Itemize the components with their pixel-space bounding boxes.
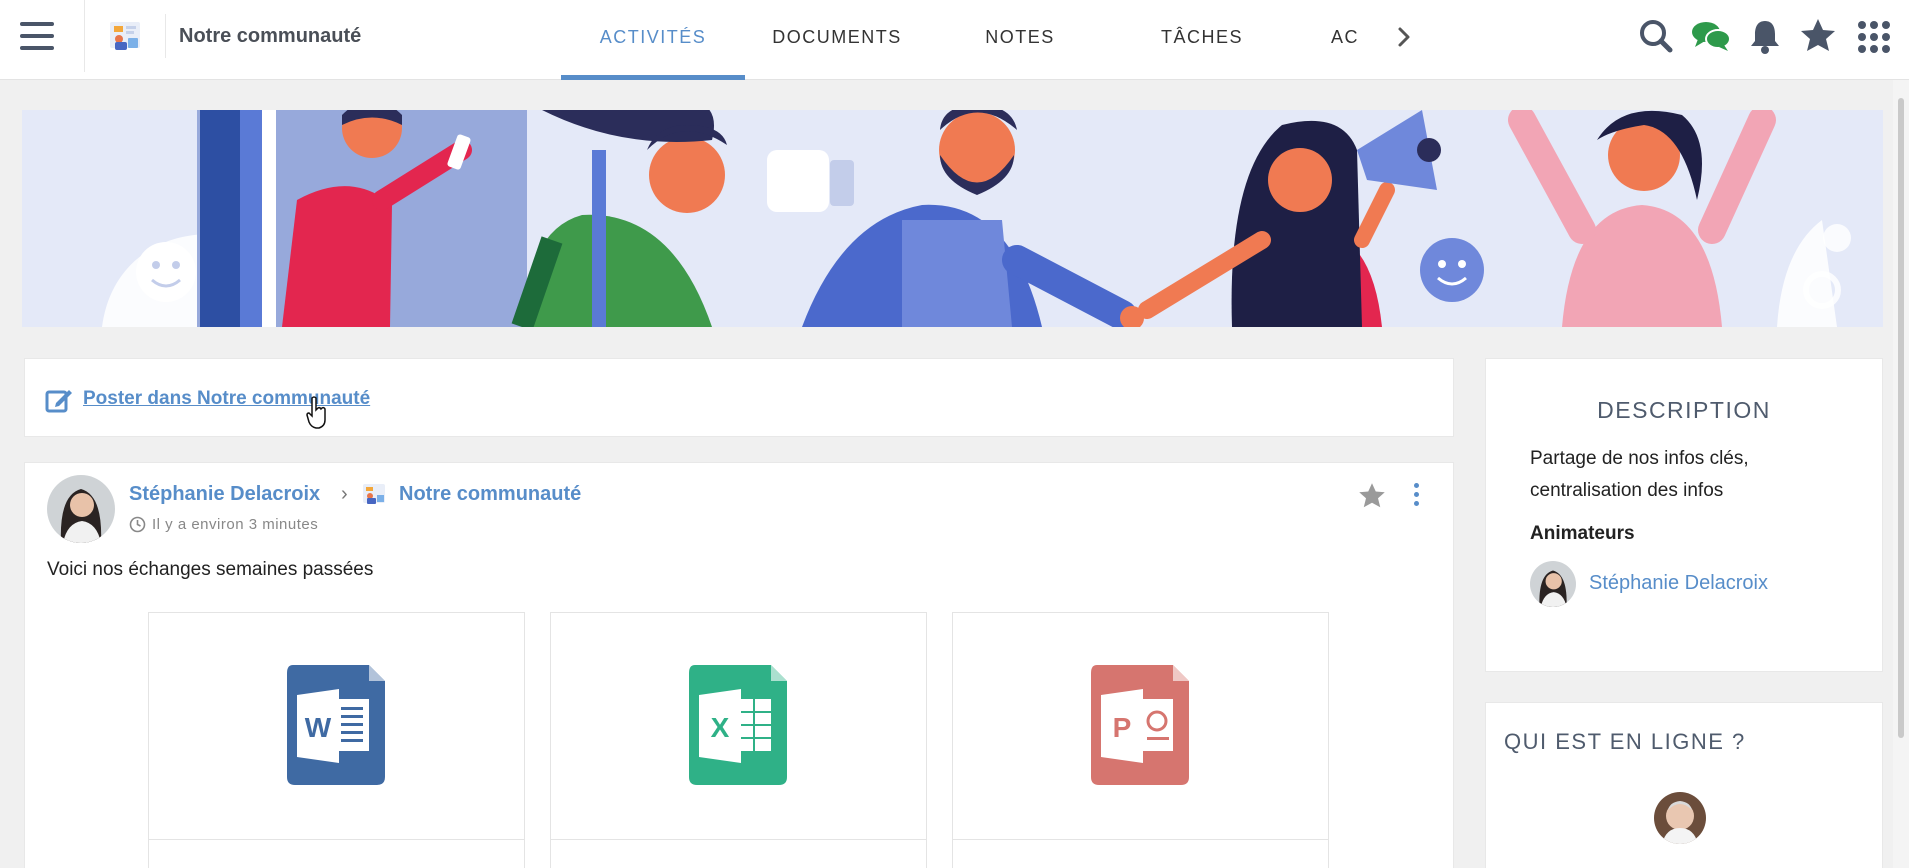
tab-notes[interactable]: NOTES [929,0,1111,80]
space-logo [361,481,387,507]
chevron-right-icon[interactable] [1390,22,1418,52]
clock-icon [129,516,146,533]
word-file-icon: W [287,665,385,785]
space-tabs: ACTIVITÉS DOCUMENTS NOTES TÂCHES AC [561,0,1401,80]
online-title: QUI EST EN LIGNE ? [1504,729,1746,754]
activity-timestamp: Il y a environ 3 minutes [152,516,319,533]
search-icon[interactable] [1636,16,1676,56]
powerpoint-file-icon: P [1091,665,1189,785]
activity-message: Voici nos échanges semaines passées [47,559,374,580]
activity-card: Stéphanie Delacroix › Notre communauté I… [24,462,1454,868]
menu-icon[interactable] [20,22,54,50]
tab-activites[interactable]: ACTIVITÉS [561,0,745,80]
tab-documents[interactable]: DOCUMENTS [745,0,929,80]
attachment-card-powerpoint[interactable]: P [952,612,1329,868]
svg-text:X: X [711,712,730,743]
bell-icon[interactable] [1745,16,1785,56]
tab-truncated[interactable]: AC [1331,0,1371,80]
top-navigation-bar: Notre communauté ACTIVITÉS DOCUMENTS NOT… [0,0,1909,80]
divider [551,839,926,840]
edit-icon[interactable] [45,386,73,414]
chat-icon[interactable] [1690,16,1731,56]
divider [149,839,524,840]
more-options-icon[interactable] [1411,483,1421,511]
attachment-card-excel[interactable]: X [550,612,927,868]
animators-title: Animateurs [1530,523,1635,544]
tab-taches[interactable]: TÂCHES [1111,0,1293,80]
svg-text:W: W [305,712,332,743]
animator-avatar[interactable] [1530,561,1576,607]
description-text: Partage de nos infos clés, centralisatio… [1530,448,1749,501]
description-title: DESCRIPTION [1597,397,1771,423]
space-title[interactable]: Notre communauté [179,25,361,48]
page-scrollbar[interactable] [1893,80,1909,868]
favorite-star-icon[interactable] [1357,481,1387,511]
who-is-online-widget: QUI EST EN LIGNE ? [1485,702,1883,868]
space-banner-illustration [22,110,1883,327]
apps-grid-icon[interactable] [1854,16,1894,56]
divider [953,839,1328,840]
mouse-pointer-icon [306,396,328,430]
author-avatar[interactable] [47,475,115,543]
divider [165,14,166,58]
attachment-card-word[interactable]: W [148,612,525,868]
activity-composer: Poster dans Notre communauté [24,358,1454,437]
scrollbar-thumb[interactable] [1898,98,1904,738]
space-logo[interactable] [106,18,144,54]
star-icon[interactable] [1798,16,1838,56]
online-user-avatar[interactable] [1654,792,1706,844]
space-link[interactable]: Notre communauté [399,483,581,506]
description-widget: DESCRIPTION Partage de nos infos clés, c… [1485,358,1883,672]
excel-file-icon: X [689,665,787,785]
divider [84,0,85,72]
author-name-link[interactable]: Stéphanie Delacroix [129,483,320,506]
chevron-right-icon: › [341,483,348,505]
animator-name-link[interactable]: Stéphanie Delacroix [1589,572,1768,595]
svg-text:P: P [1113,712,1132,743]
